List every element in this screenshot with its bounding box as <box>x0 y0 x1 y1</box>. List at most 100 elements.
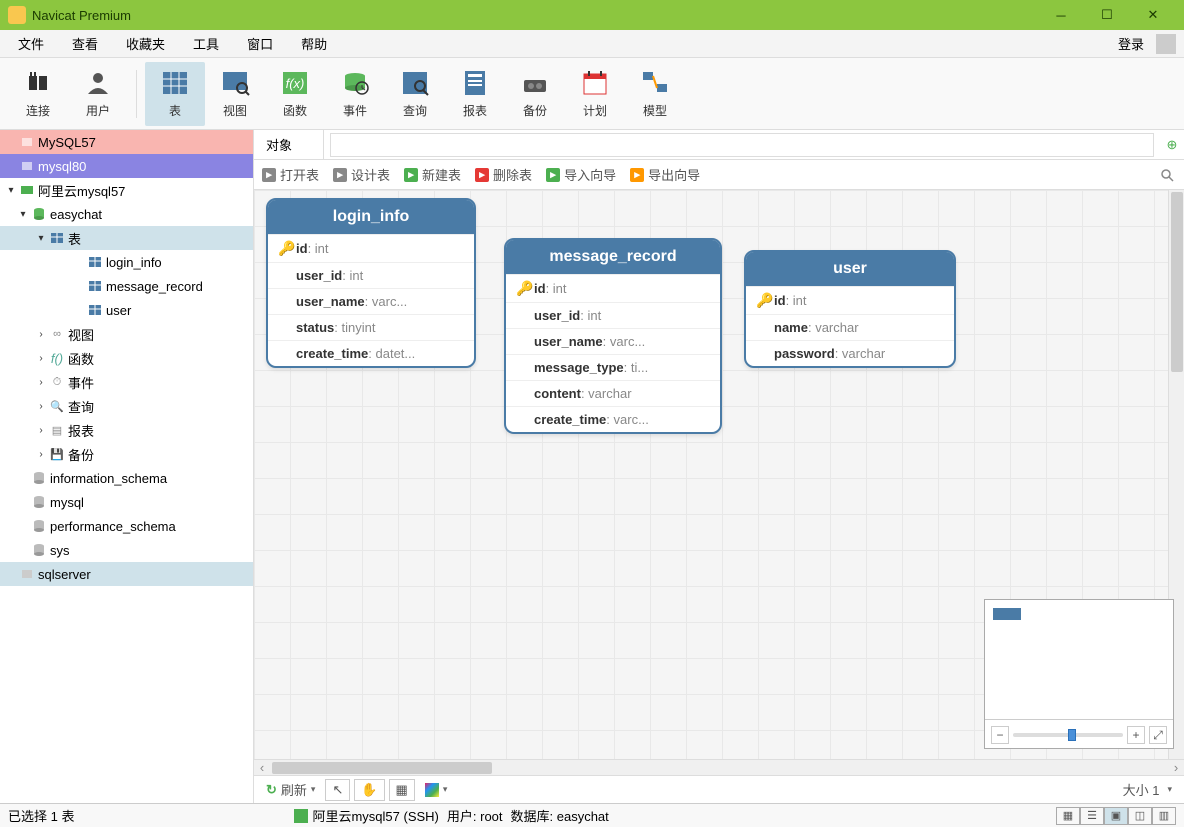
close-button[interactable]: ✕ <box>1130 0 1176 30</box>
action-删除表[interactable]: ▸删除表 <box>475 165 532 184</box>
object-tab[interactable]: 对象 <box>254 130 324 159</box>
erd-table-header: user <box>746 252 954 286</box>
add-object-icon[interactable]: ⊕ <box>1160 133 1184 157</box>
erd-column: name: varchar <box>746 314 954 340</box>
menu-收藏夹[interactable]: 收藏夹 <box>112 30 179 57</box>
db-child-事件[interactable]: ›⏱事件 <box>0 370 253 394</box>
minimize-button[interactable]: ─ <box>1038 0 1084 30</box>
model-icon <box>640 68 670 98</box>
erd-column: create_time: datet... <box>268 340 474 366</box>
toolbar-backup[interactable]: 备份 <box>505 62 565 126</box>
db-child-查询[interactable]: ›🔍查询 <box>0 394 253 418</box>
toolbar-query[interactable]: 查询 <box>385 62 445 126</box>
menu-工具[interactable]: 工具 <box>179 30 233 57</box>
erd-table-header: login_info <box>268 200 474 234</box>
db-child-视图[interactable]: ›∞视图 <box>0 322 253 346</box>
maximize-button[interactable]: ☐ <box>1084 0 1130 30</box>
erd-column: user_name: varc... <box>268 288 474 314</box>
conn-sqlserver[interactable]: sqlserver <box>0 562 253 586</box>
view-detail-icon[interactable]: ◫ <box>1128 807 1152 825</box>
refresh-button[interactable]: ↻刷新▾ <box>260 778 321 801</box>
erd-table-message_record[interactable]: message_record🔑id: intuser_id: intuser_n… <box>504 238 722 434</box>
db-child-函数[interactable]: ›f()函数 <box>0 346 253 370</box>
erd-column: status: tinyint <box>268 314 474 340</box>
action-bar: ▸打开表 ▸设计表 ▸新建表 ▸删除表 ▸导入向导 ▸导出向导 <box>254 160 1184 190</box>
db-child-报表[interactable]: ›▤报表 <box>0 418 253 442</box>
erd-column: user_name: varc... <box>506 328 720 354</box>
user-avatar-icon[interactable] <box>1156 34 1176 54</box>
table-user[interactable]: user <box>0 298 253 322</box>
toolbar-plug[interactable]: 连接 <box>8 62 68 126</box>
minimap[interactable]: − + ⤢ <box>984 599 1174 749</box>
sidebar: MySQL57mysql80▾阿里云mysql57▾easychat▾表logi… <box>0 130 254 803</box>
toolbar-table[interactable]: 表 <box>145 62 205 126</box>
query-icon <box>400 68 430 98</box>
color-tool-icon[interactable]: ▾ <box>419 781 454 799</box>
key-icon: 🔑 <box>278 240 296 257</box>
view-erd-icon[interactable]: ▣ <box>1104 807 1128 825</box>
view-list-icon[interactable]: ☰ <box>1080 807 1104 825</box>
toolbar-model[interactable]: 模型 <box>625 62 685 126</box>
db-performance_schema[interactable]: performance_schema <box>0 514 253 538</box>
zoom-out-icon[interactable]: − <box>991 726 1009 744</box>
view-extra-icon[interactable]: ▥ <box>1152 807 1176 825</box>
horizontal-scrollbar[interactable]: ‹› <box>254 759 1184 775</box>
zoom-slider[interactable] <box>1068 729 1076 741</box>
table-message_record[interactable]: message_record <box>0 274 253 298</box>
table-login_info[interactable]: login_info <box>0 250 253 274</box>
toolbar-report[interactable]: 报表 <box>445 62 505 126</box>
erd-table-header: message_record <box>506 240 720 274</box>
db-child-表[interactable]: ▾表 <box>0 226 253 250</box>
svg-text:f(x): f(x) <box>286 76 305 91</box>
zoom-fit-icon[interactable]: ⤢ <box>1149 726 1167 744</box>
toolbar-schedule[interactable]: 计划 <box>565 62 625 126</box>
action-导出向导[interactable]: ▸导出向导 <box>630 165 700 184</box>
status-db: 数据库: easychat <box>511 806 609 825</box>
hand-tool-icon[interactable]: ✋ <box>354 779 384 801</box>
function-icon: f(x) <box>280 68 310 98</box>
db-easychat[interactable]: ▾easychat <box>0 202 253 226</box>
action-设计表[interactable]: ▸设计表 <box>333 165 390 184</box>
menu-帮助[interactable]: 帮助 <box>287 30 341 57</box>
fit-tool-icon[interactable]: ▦ <box>389 779 415 801</box>
conn-阿里云mysql57[interactable]: ▾阿里云mysql57 <box>0 178 253 202</box>
main-toolbar: 连接用户表视图f(x)函数事件查询报表备份计划模型 <box>0 58 1184 130</box>
cursor-tool-icon[interactable]: ↖ <box>325 779 350 801</box>
db-mysql[interactable]: mysql <box>0 490 253 514</box>
action-导入向导[interactable]: ▸导入向导 <box>546 165 616 184</box>
view-grid-icon[interactable]: ▦ <box>1056 807 1080 825</box>
status-selected: 已选择 1 表 <box>8 806 74 825</box>
menu-窗口[interactable]: 窗口 <box>233 30 287 57</box>
erd-table-user[interactable]: user🔑id: intname: varcharpassword: varch… <box>744 250 956 368</box>
view-icon <box>220 68 250 98</box>
vertical-scrollbar[interactable] <box>1171 192 1183 372</box>
conn-MySQL57[interactable]: MySQL57 <box>0 130 253 154</box>
zoom-in-icon[interactable]: + <box>1127 726 1145 744</box>
toolbar-event[interactable]: 事件 <box>325 62 385 126</box>
object-filter-input[interactable] <box>330 133 1154 157</box>
login-link[interactable]: 登录 <box>1110 30 1152 57</box>
erd-table-login_info[interactable]: login_info🔑id: intuser_id: intuser_name:… <box>266 198 476 368</box>
erd-column: 🔑id: int <box>268 234 474 262</box>
erd-column: user_id: int <box>268 262 474 288</box>
db-child-备份[interactable]: ›💾备份 <box>0 442 253 466</box>
menu-查看[interactable]: 查看 <box>58 30 112 57</box>
key-icon: 🔑 <box>756 292 774 309</box>
schedule-icon <box>580 68 610 98</box>
db-sys[interactable]: sys <box>0 538 253 562</box>
size-label: 大小 1▾ <box>1117 778 1178 801</box>
conn-mysql80[interactable]: mysql80 <box>0 154 253 178</box>
table-icon <box>160 68 190 98</box>
action-新建表[interactable]: ▸新建表 <box>404 165 461 184</box>
report-icon <box>460 68 490 98</box>
toolbar-user[interactable]: 用户 <box>68 62 128 126</box>
erd-column: message_type: ti... <box>506 354 720 380</box>
erd-column: user_id: int <box>506 302 720 328</box>
action-打开表[interactable]: ▸打开表 <box>262 165 319 184</box>
db-information_schema[interactable]: information_schema <box>0 466 253 490</box>
menu-文件[interactable]: 文件 <box>4 30 58 57</box>
toolbar-function[interactable]: f(x)函数 <box>265 62 325 126</box>
erd-canvas[interactable]: login_info🔑id: intuser_id: intuser_name:… <box>254 190 1184 759</box>
toolbar-view[interactable]: 视图 <box>205 62 265 126</box>
search-icon[interactable] <box>1158 166 1176 184</box>
